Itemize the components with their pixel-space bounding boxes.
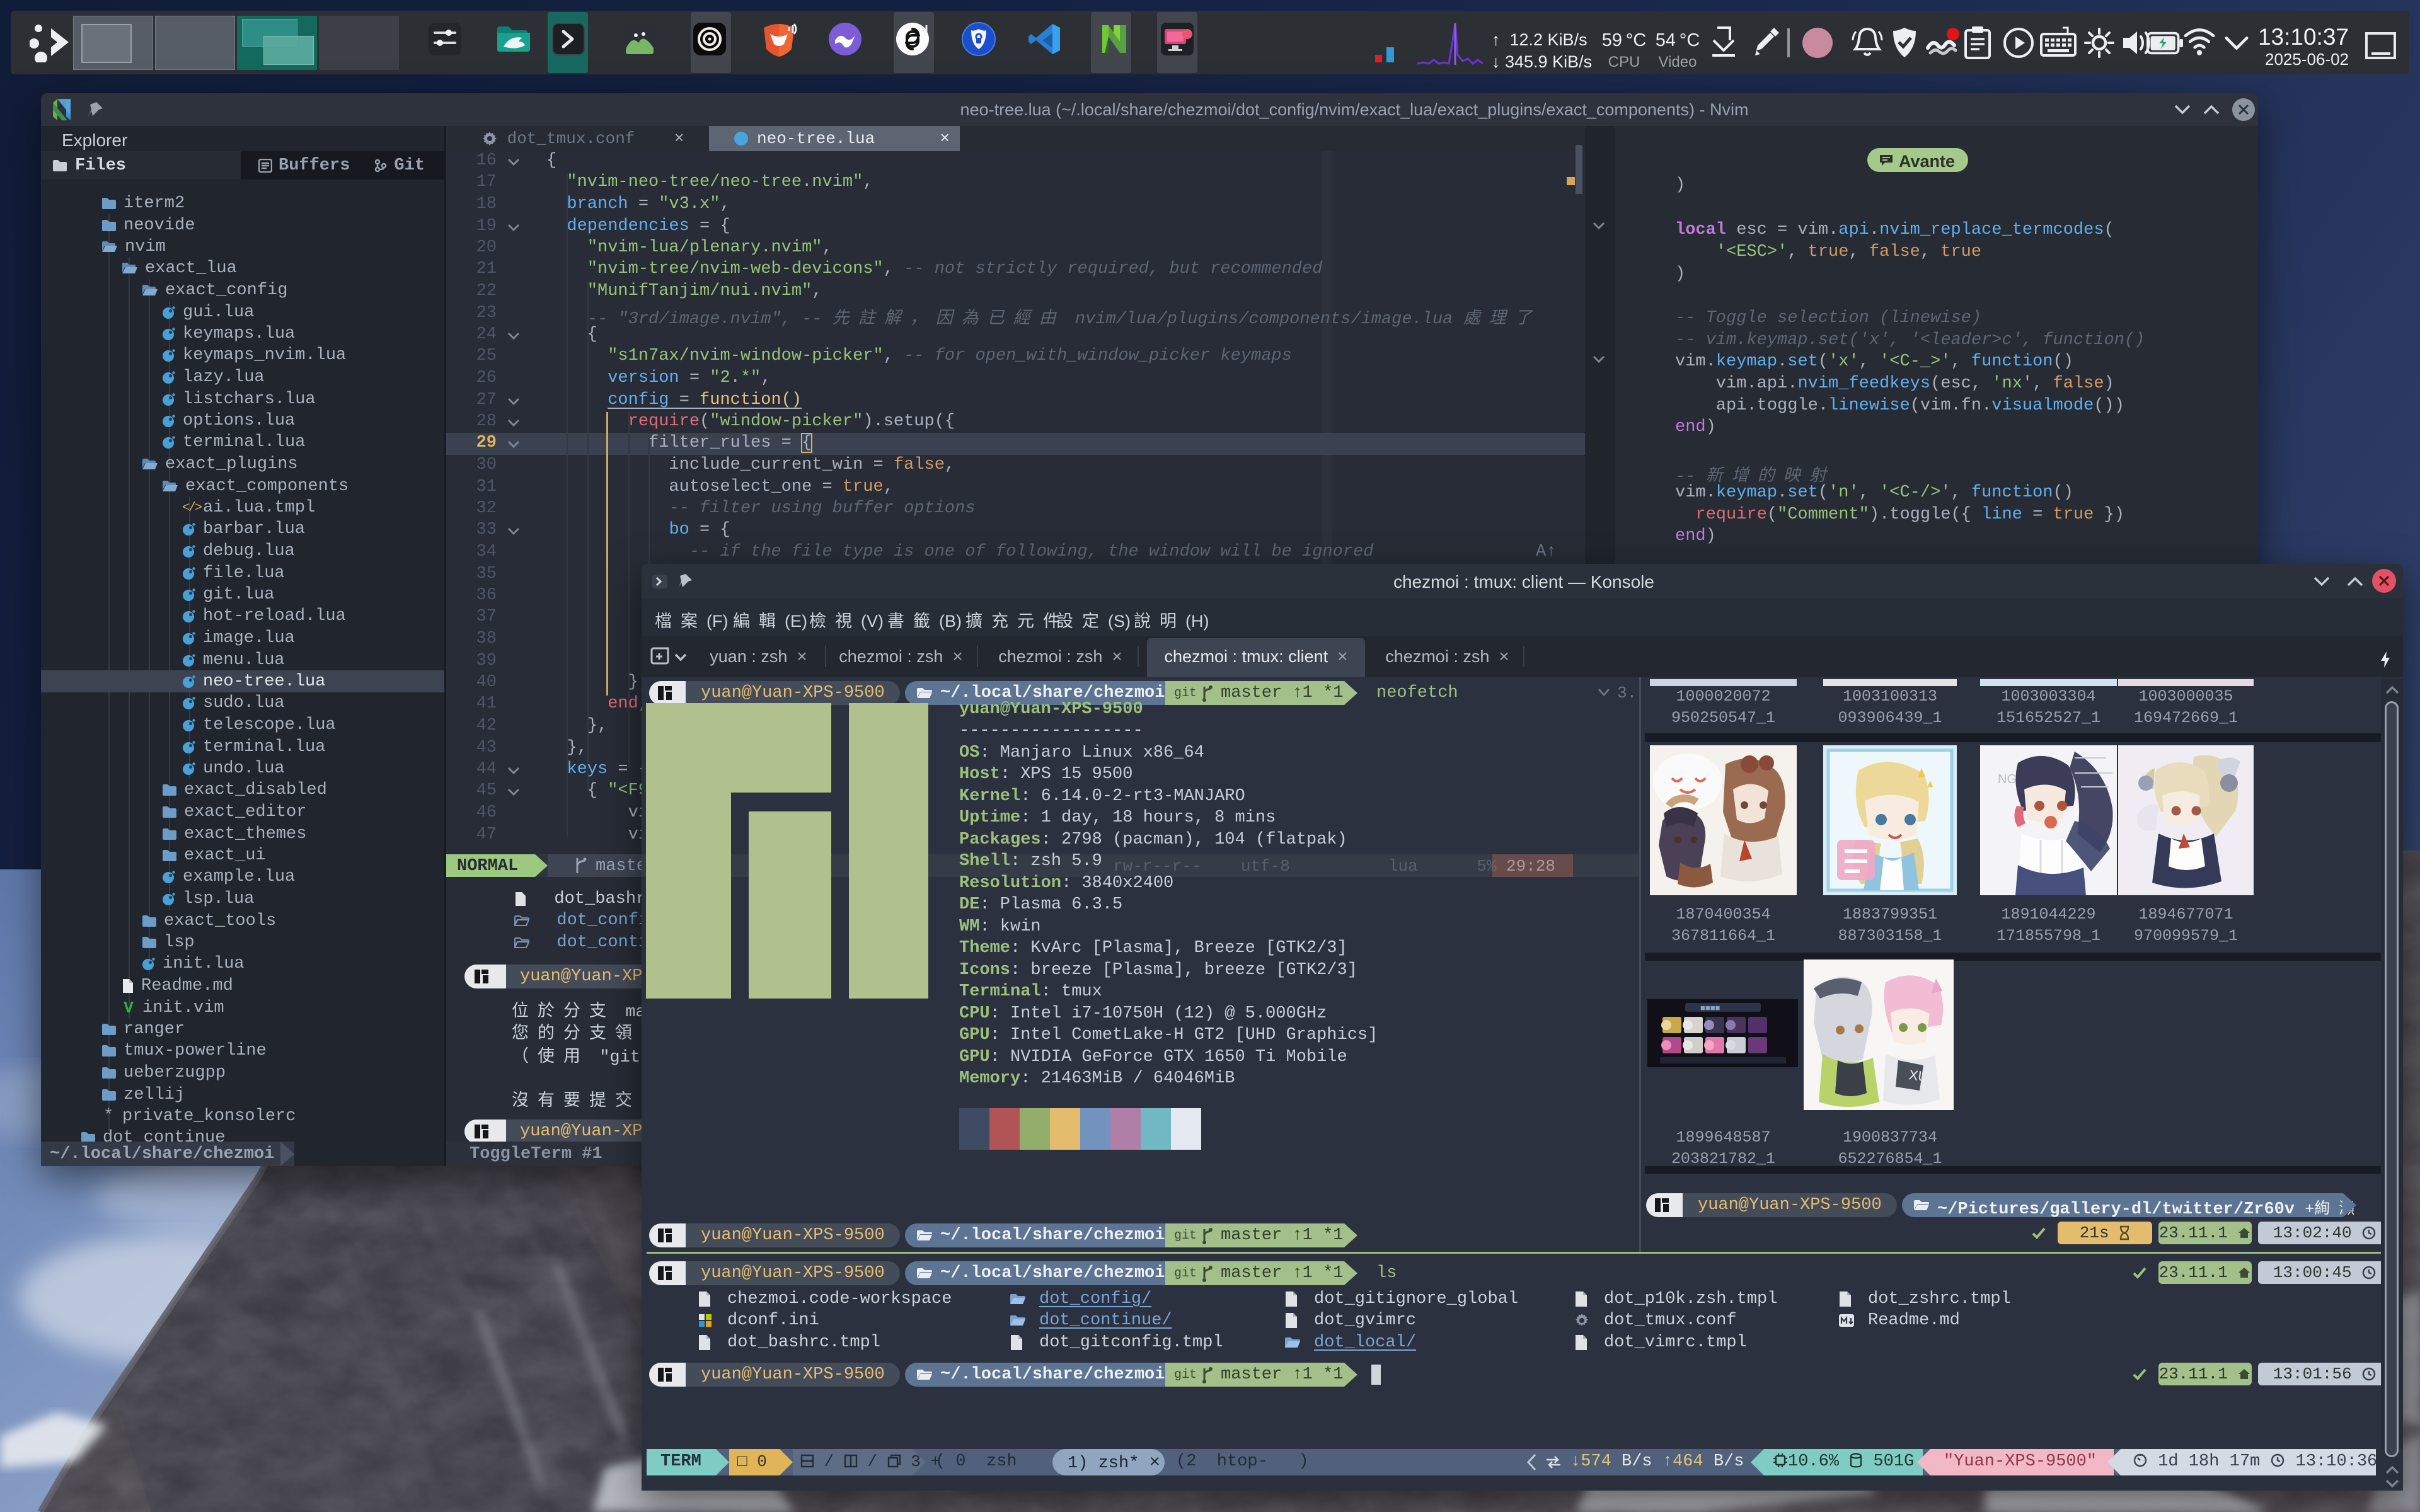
svg-text:NG: NG <box>1998 772 2017 786</box>
svg-text:■■■■: ■■■■ <box>1700 1003 1720 1012</box>
